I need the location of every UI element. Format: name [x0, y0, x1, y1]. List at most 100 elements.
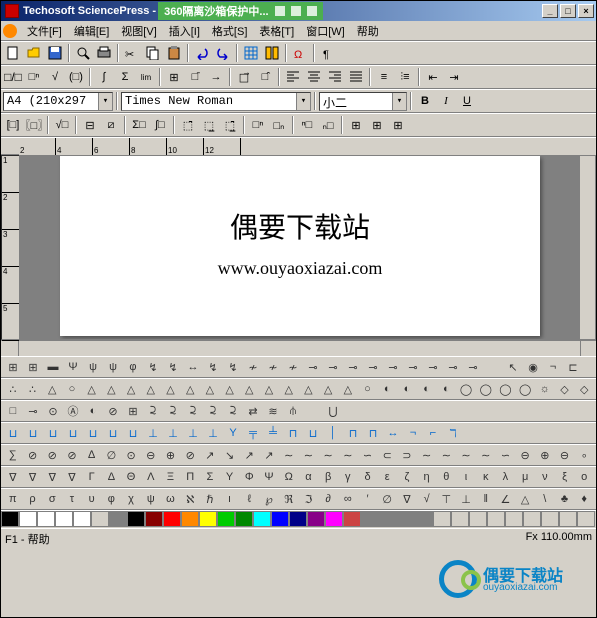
symbol-button[interactable]: ⫈: [144, 405, 162, 418]
symbol-button[interactable]: ‖: [477, 493, 495, 505]
symbol-button[interactable]: ○: [359, 383, 377, 395]
color-swatch[interactable]: [451, 511, 469, 527]
color-swatch[interactable]: [505, 511, 523, 527]
symbol-button[interactable]: ◐: [84, 405, 102, 417]
symbol-button[interactable]: ℸ: [444, 427, 462, 440]
sum-button[interactable]: Σ: [115, 67, 135, 87]
color-swatch[interactable]: [37, 511, 55, 527]
symbol-button[interactable]: ∇: [24, 471, 42, 484]
symbol-button[interactable]: ∼: [339, 449, 357, 462]
pin-icon[interactable]: [307, 6, 317, 16]
align-j-button[interactable]: [346, 67, 366, 87]
symbol-button[interactable]: ↯: [144, 361, 162, 374]
symbol-button[interactable]: θ: [437, 471, 455, 483]
symbol-button[interactable]: ↯: [204, 361, 222, 374]
symbol-button[interactable]: △: [280, 383, 298, 396]
m-sup-button[interactable]: □ⁿ: [248, 115, 268, 135]
symbol-button[interactable]: σ: [43, 493, 61, 505]
symbol-button[interactable]: ⊞: [4, 361, 22, 374]
symbol-button[interactable]: △: [162, 383, 180, 396]
symbol-button[interactable]: ∇: [398, 493, 416, 506]
m-sqrt-button[interactable]: √□: [52, 115, 72, 135]
menu-view[interactable]: 视图[V]: [115, 21, 162, 41]
symbol-button[interactable]: ψ: [142, 493, 160, 505]
symbol-button[interactable]: ∼: [457, 449, 475, 462]
symbol-button[interactable]: ∼: [437, 449, 455, 462]
symbol-button[interactable]: ⊥: [204, 427, 222, 440]
color-swatch[interactable]: [127, 511, 145, 527]
symbol-button[interactable]: △: [221, 383, 239, 396]
symbol-button[interactable]: ↔: [384, 427, 402, 439]
symbol-button[interactable]: ∂: [319, 493, 337, 505]
folder-icon[interactable]: [291, 6, 301, 16]
symbol-button[interactable]: ⊔: [304, 427, 322, 440]
new-button[interactable]: [3, 43, 23, 63]
symbol-button[interactable]: ⫈: [224, 405, 242, 418]
color-swatch[interactable]: [55, 511, 73, 527]
symbol-button[interactable]: ⊔: [24, 427, 42, 440]
symbol-button[interactable]: Y: [224, 427, 242, 439]
page-size-select[interactable]: A4 (210x297: [3, 92, 113, 111]
app-menu-icon[interactable]: [3, 24, 17, 38]
columns-button[interactable]: [262, 43, 282, 63]
symbol-button[interactable]: ο: [575, 471, 593, 483]
bullets-button[interactable]: ⫶≡: [395, 67, 415, 87]
symbol-button[interactable]: ⊸: [324, 361, 342, 374]
symbol-button[interactable]: ⊔: [4, 427, 22, 440]
color-swatch[interactable]: [289, 511, 307, 527]
symbol-button[interactable]: ⊸: [24, 405, 42, 418]
symbol-button[interactable]: ⊖: [556, 449, 574, 462]
symbol-button[interactable]: ε: [378, 471, 396, 483]
color-swatch[interactable]: [559, 511, 577, 527]
symbol-button[interactable]: φ: [124, 361, 142, 373]
symbol-button[interactable]: ∇: [63, 471, 81, 484]
page-canvas[interactable]: 偶要下载站 www.ouyaoxiazai.com: [20, 156, 579, 339]
symbol-button[interactable]: ℵ: [181, 493, 199, 506]
symbol-button[interactable]: Π: [181, 471, 199, 483]
symbol-button[interactable]: ⊸: [404, 361, 422, 374]
radical-button[interactable]: √: [45, 67, 65, 87]
symbol-button[interactable]: ☼: [536, 383, 554, 395]
menu-table[interactable]: 表格[T]: [253, 21, 300, 41]
bold-button[interactable]: B: [415, 91, 435, 111]
symbol-button[interactable]: △: [319, 383, 337, 396]
color-swatch[interactable]: [433, 511, 451, 527]
symbol-button[interactable]: ⊸: [384, 361, 402, 374]
font-size-select[interactable]: 小二: [319, 92, 407, 111]
maximize-button[interactable]: □: [560, 4, 576, 18]
symbol-button[interactable]: π: [4, 493, 22, 505]
symbol-button[interactable]: ⊃: [398, 449, 416, 462]
m-mat2-button[interactable]: ⊞: [346, 115, 366, 135]
cut-button[interactable]: ✂: [122, 43, 142, 63]
symbol-button[interactable]: ↗: [201, 449, 219, 462]
symbol-button[interactable]: △: [103, 383, 121, 396]
symbol-button[interactable]: Λ: [142, 471, 160, 483]
symbol-button[interactable]: ◯: [457, 383, 475, 396]
symbol-button[interactable]: ≁: [284, 361, 302, 374]
color-swatch[interactable]: [1, 511, 19, 527]
symbol-button[interactable]: Ψ: [64, 361, 82, 373]
symbol-button[interactable]: ⊖: [516, 449, 534, 462]
symbol-button[interactable]: ⊘: [24, 449, 42, 462]
menu-window[interactable]: 窗口[W]: [300, 21, 351, 41]
symbol-button[interactable]: φ: [103, 493, 121, 505]
color-swatch[interactable]: [253, 511, 271, 527]
symbol-button[interactable]: Ω: [280, 471, 298, 483]
align-c-button[interactable]: [304, 67, 324, 87]
color-swatch[interactable]: [199, 511, 217, 527]
symbol-button[interactable]: ▬: [44, 361, 62, 373]
color-swatch[interactable]: [271, 511, 289, 527]
m-mat4-button[interactable]: ⊞: [388, 115, 408, 135]
m-sum-button[interactable]: Σ□: [129, 115, 149, 135]
symbol-button[interactable]: ∼: [418, 449, 436, 462]
color-swatch[interactable]: [343, 511, 361, 527]
symbol-button[interactable]: │: [324, 427, 342, 439]
symbol-button[interactable]: Ω: [290, 43, 310, 63]
symbol-button[interactable]: ⊓: [344, 427, 362, 440]
symbol-button[interactable]: ∇: [4, 471, 22, 484]
para-button[interactable]: ¶: [318, 43, 338, 63]
color-swatch[interactable]: [523, 511, 541, 527]
symbol-button[interactable]: ⌐: [424, 427, 442, 439]
symbol-button[interactable]: ⊔: [124, 427, 142, 440]
symbol-button[interactable]: ⊸: [304, 361, 322, 374]
